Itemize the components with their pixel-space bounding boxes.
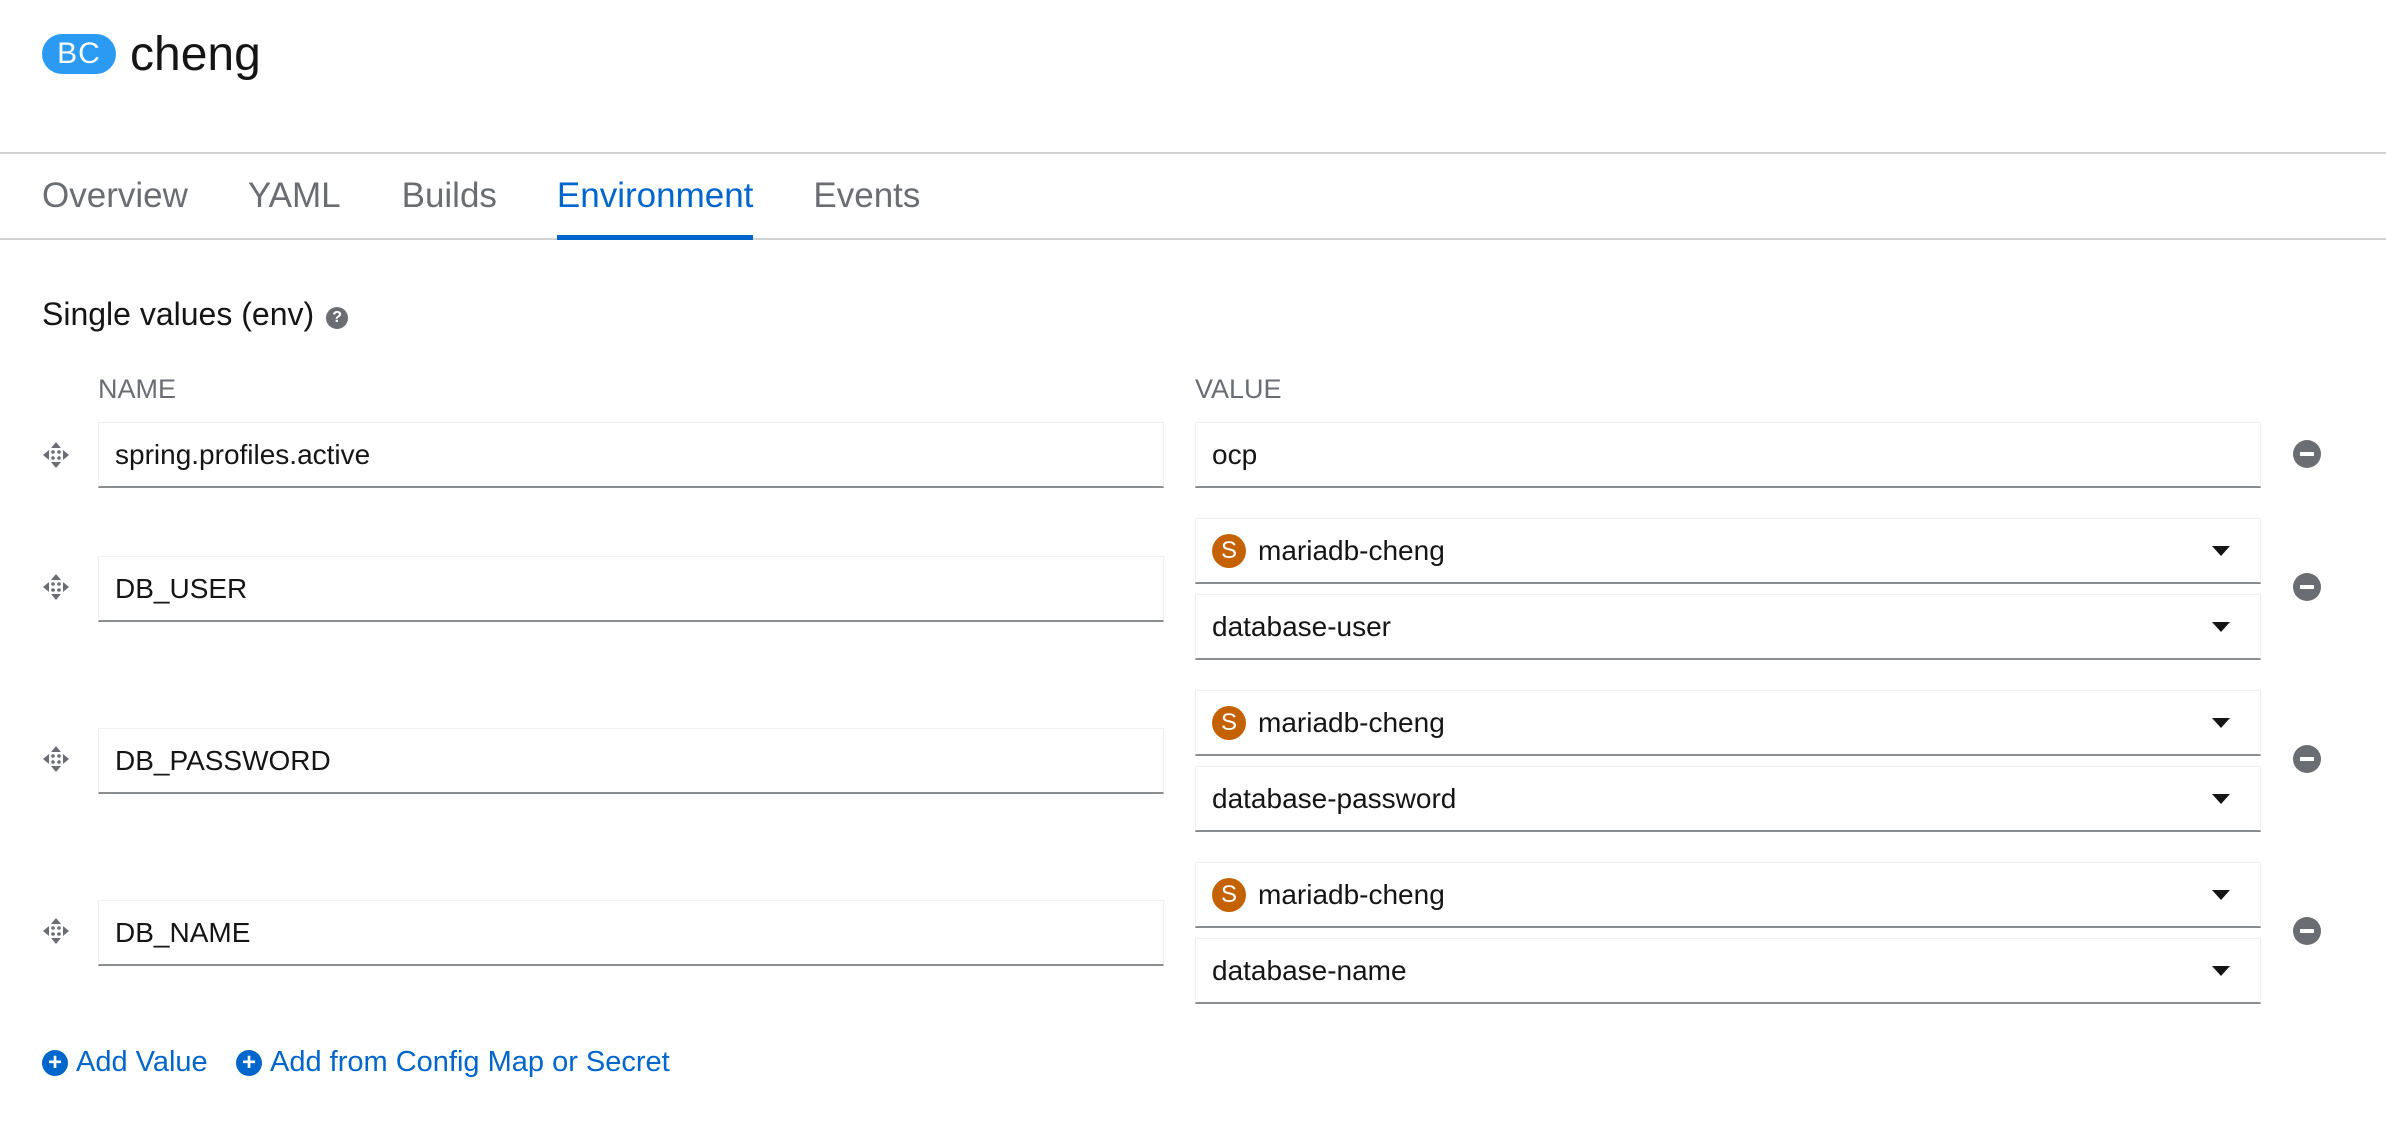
tab-bar: Overview YAML Builds Environment Events bbox=[0, 152, 2386, 240]
page-header: BC cheng bbox=[42, 24, 261, 84]
plus-circle-icon: + bbox=[236, 1049, 262, 1076]
caret-down-icon bbox=[2212, 717, 2230, 728]
add-from-config-label: Add from Config Map or Secret bbox=[270, 1046, 670, 1078]
remove-row-icon[interactable] bbox=[2293, 573, 2321, 601]
caret-down-icon bbox=[2212, 965, 2230, 976]
caret-down-icon bbox=[2212, 545, 2230, 556]
key-select-value: database-password bbox=[1212, 782, 1457, 814]
drag-handle-icon[interactable] bbox=[42, 573, 70, 601]
tab-yaml[interactable]: YAML bbox=[248, 154, 341, 238]
page-title: cheng bbox=[130, 27, 261, 81]
page: BC cheng Overview YAML Builds Environmen… bbox=[0, 0, 2386, 1142]
resource-select[interactable]: S mariadb-cheng bbox=[1195, 690, 2261, 756]
help-icon[interactable]: ? bbox=[326, 306, 349, 329]
drag-handle-icon[interactable] bbox=[42, 745, 70, 773]
caret-down-icon bbox=[2212, 889, 2230, 900]
buildconfig-badge: BC bbox=[42, 34, 116, 74]
remove-row-icon[interactable] bbox=[2293, 745, 2321, 773]
section-title: Single values (env) ? bbox=[42, 296, 349, 333]
secret-badge: S bbox=[1212, 705, 1246, 740]
key-select[interactable]: database-user bbox=[1195, 594, 2261, 660]
env-name-input[interactable]: DB_NAME bbox=[98, 900, 1164, 966]
env-name-input[interactable]: DB_USER bbox=[98, 556, 1164, 622]
tab-events[interactable]: Events bbox=[813, 154, 920, 238]
drag-handle-icon[interactable] bbox=[42, 917, 70, 945]
resource-select-value: mariadb-cheng bbox=[1258, 706, 1445, 738]
resource-select-value: mariadb-cheng bbox=[1258, 534, 1445, 566]
resource-select[interactable]: S mariadb-cheng bbox=[1195, 862, 2261, 928]
caret-down-icon bbox=[2212, 621, 2230, 632]
add-value-button[interactable]: + Add Value bbox=[42, 1046, 208, 1079]
value-column-header: VALUE bbox=[1195, 374, 1282, 404]
tab-environment[interactable]: Environment bbox=[556, 154, 754, 240]
resource-select[interactable]: S mariadb-cheng bbox=[1195, 518, 2261, 584]
key-select[interactable]: database-name bbox=[1195, 938, 2261, 1004]
env-name-input[interactable]: DB_PASSWORD bbox=[98, 728, 1164, 794]
tab-overview[interactable]: Overview bbox=[42, 154, 188, 238]
resource-select-value: mariadb-cheng bbox=[1258, 878, 1445, 910]
key-select[interactable]: database-password bbox=[1195, 766, 2261, 832]
key-select-value: database-user bbox=[1212, 610, 1392, 642]
secret-badge: S bbox=[1212, 533, 1246, 568]
drag-handle-icon[interactable] bbox=[42, 441, 70, 469]
name-column-header: NAME bbox=[98, 374, 177, 404]
env-name-input[interactable]: spring.profiles.active bbox=[98, 422, 1164, 488]
remove-row-icon[interactable] bbox=[2293, 440, 2321, 468]
caret-down-icon bbox=[2212, 793, 2230, 804]
add-from-config-button[interactable]: + Add from Config Map or Secret bbox=[236, 1046, 670, 1079]
add-value-label: Add Value bbox=[76, 1046, 208, 1078]
section-title-text: Single values (env) bbox=[42, 296, 315, 332]
remove-row-icon[interactable] bbox=[2293, 917, 2321, 945]
tab-builds[interactable]: Builds bbox=[402, 154, 497, 238]
secret-badge: S bbox=[1212, 877, 1246, 912]
key-select-value: database-name bbox=[1212, 954, 1407, 986]
plus-circle-icon: + bbox=[42, 1049, 68, 1076]
env-value-input[interactable]: ocp bbox=[1195, 422, 2261, 488]
